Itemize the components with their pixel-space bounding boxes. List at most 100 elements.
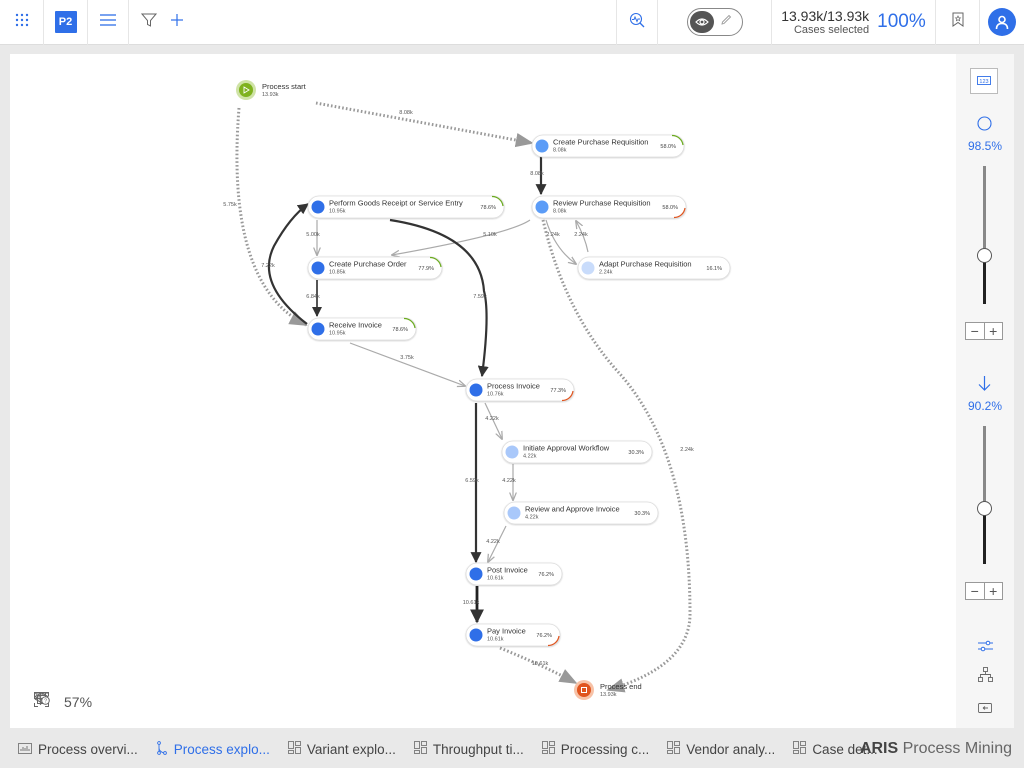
project-badge: P2 xyxy=(54,11,77,33)
number-badge-icon: 123 xyxy=(977,72,991,90)
edge-iaw-to-rai[interactable]: 4.22k xyxy=(502,464,516,500)
node-start[interactable]: Process start13.93k xyxy=(236,80,307,100)
node-apr[interactable]: Adapt Purchase Requisition2.24k 16.1% xyxy=(577,256,731,280)
view-edit-toggle[interactable] xyxy=(686,8,743,36)
process-graph[interactable]: 8.08k5.75k8.08k5.10k 2.24k 2.24k2.24k5.00k… xyxy=(10,54,956,728)
connections-slider[interactable] xyxy=(977,426,992,564)
node-iaw[interactable]: Initiate Approval Workflow4.22k 30.3% xyxy=(501,440,653,464)
edge-ri-to-pi[interactable]: 3.75k xyxy=(349,342,465,386)
activities-stepper: − + xyxy=(965,322,1003,340)
node-pay[interactable]: Pay Invoice10.61k 76.2% xyxy=(465,623,561,647)
node-percent: 58.0% xyxy=(662,205,678,211)
edge-rpr-to-apr[interactable]: 2.24k xyxy=(545,219,576,264)
tab-label: Processing c... xyxy=(560,741,650,757)
node-cpr[interactable]: Create Purchase Requisition8.08k 58.0% xyxy=(531,134,685,158)
tab-processing-costs[interactable]: Processing c... xyxy=(541,741,650,757)
edge-line[interactable] xyxy=(389,218,489,378)
edge-line[interactable] xyxy=(315,101,534,148)
node-percent: 76.2% xyxy=(538,572,554,578)
menu-button[interactable] xyxy=(88,0,129,45)
sliders-icon[interactable] xyxy=(976,638,994,654)
apps-grid-icon xyxy=(15,13,29,32)
bookmark-button[interactable] xyxy=(936,0,980,45)
node-label: Perform Goods Receipt or Service Entry xyxy=(329,199,463,208)
node-dot xyxy=(581,261,595,275)
edge-post-to-pay[interactable]: 10.61k xyxy=(463,586,484,624)
tab-variant-explorer[interactable]: Variant explo... xyxy=(287,741,396,757)
node-percent: 16.1% xyxy=(706,266,722,272)
process-graph-canvas[interactable]: 8.08k 5.75k 8.08k 5.10k 2.24k 2.24k 2.24k 5.00k… xyxy=(10,54,956,728)
brand-logo: ARIS Process Mining xyxy=(860,740,1012,758)
node-count: 13.93k xyxy=(600,692,617,698)
node-count: 4.22k xyxy=(523,454,537,460)
edge-line[interactable] xyxy=(349,342,465,386)
pencil-icon[interactable] xyxy=(720,13,732,31)
process-flow-icon xyxy=(156,740,168,758)
edge-pi-to-post[interactable]: 6.59k xyxy=(465,403,482,564)
node-end[interactable]: Process end13.93k xyxy=(574,680,642,700)
node-percent: 78.6% xyxy=(480,205,496,211)
edge-pgr-to-pi[interactable]: 7.59k xyxy=(389,218,489,378)
node-pgr[interactable]: Perform Goods Receipt or Service Entry10… xyxy=(307,195,505,219)
slider-handle[interactable] xyxy=(977,248,992,264)
activities-decrease-button[interactable]: − xyxy=(966,323,984,339)
node-percent: 77.3% xyxy=(550,388,566,394)
slider-handle[interactable] xyxy=(977,501,992,517)
apps-button[interactable] xyxy=(0,0,44,45)
filter-icon[interactable] xyxy=(140,12,158,33)
eye-icon[interactable] xyxy=(689,11,714,33)
edge-apr-to-rpr[interactable]: 2.24k xyxy=(574,221,589,253)
edge-label: 2.24k xyxy=(680,447,694,453)
edge-cpo-to-ri[interactable]: 6.84k xyxy=(306,280,322,317)
edge-ri-to-pgr[interactable]: 7.22k xyxy=(261,203,309,325)
zoom-level[interactable]: 57% xyxy=(64,694,92,710)
node-label: Post Invoice xyxy=(487,566,528,575)
edge-pi-to-iaw[interactable]: 4.22k xyxy=(484,402,502,439)
tab-throughput-time[interactable]: Throughput ti... xyxy=(413,741,524,757)
tab-vendor-analysis[interactable]: Vendor analy... xyxy=(667,741,775,757)
node-rai[interactable]: Review and Approve Invoice4.22k 30.3% xyxy=(503,501,659,525)
analysis-icon xyxy=(629,12,645,33)
node-percent: 30.3% xyxy=(628,450,644,456)
start-circle[interactable] xyxy=(239,83,253,97)
project-button[interactable]: P2 xyxy=(44,0,88,45)
count-view-button[interactable]: 123 xyxy=(970,68,998,94)
tab-process-explorer[interactable]: Process explo... xyxy=(156,740,270,758)
edge-label: 8.08k xyxy=(530,171,544,177)
node-pi[interactable]: Process Invoice10.76k 77.3% xyxy=(465,378,575,402)
view-edit-toggle-area xyxy=(658,0,772,45)
node-dot xyxy=(507,506,521,520)
edge-pay-to-end[interactable]: 10.61k xyxy=(499,646,578,685)
node-dot xyxy=(535,200,549,214)
node-rpr[interactable]: Review Purchase Requisition8.08k 58.0% xyxy=(531,195,687,219)
node-cpo[interactable]: Create Purchase Order10.85k 77.9% xyxy=(307,256,443,280)
cases-selected[interactable]: 13.93k/13.93k Cases selected 100% xyxy=(772,0,936,45)
edge-start-to-cpr[interactable]: 8.08k xyxy=(315,101,534,148)
node-dot xyxy=(311,261,325,275)
node-count: 8.08k xyxy=(553,209,567,215)
node-dot xyxy=(469,628,483,642)
edge-label: 6.59k xyxy=(465,478,479,484)
edge-line[interactable] xyxy=(267,203,309,325)
edge-line[interactable] xyxy=(545,219,576,264)
user-icon xyxy=(988,8,1016,36)
edge-pgr-to-cpo[interactable]: 5.00k xyxy=(306,220,320,255)
cases-count: 13.93k/13.93k xyxy=(781,7,870,24)
user-button[interactable] xyxy=(980,0,1024,45)
edge-cpr-to-rpr[interactable]: 8.08k xyxy=(530,151,547,196)
plus-icon[interactable] xyxy=(171,13,183,31)
edge-rai-to-post[interactable]: 4.22k xyxy=(486,525,507,562)
activities-slider[interactable] xyxy=(977,166,992,304)
node-ri[interactable]: Receive Invoice10.95k 78.6% xyxy=(307,317,417,341)
end-circle[interactable] xyxy=(577,683,591,697)
presentation-icon[interactable] xyxy=(976,700,994,716)
activities-increase-button[interactable]: + xyxy=(983,323,1003,339)
hierarchy-icon[interactable] xyxy=(976,666,994,682)
connections-decrease-button[interactable]: − xyxy=(966,583,984,599)
node-post[interactable]: Post Invoice10.61k 76.2% xyxy=(465,562,563,586)
analysis-button[interactable] xyxy=(616,0,658,45)
bookmark-icon xyxy=(952,12,964,32)
connections-increase-button[interactable]: + xyxy=(983,583,1003,599)
tab-process-overview[interactable]: Process overvi... xyxy=(18,742,138,757)
node-label: Create Purchase Order xyxy=(329,260,407,269)
